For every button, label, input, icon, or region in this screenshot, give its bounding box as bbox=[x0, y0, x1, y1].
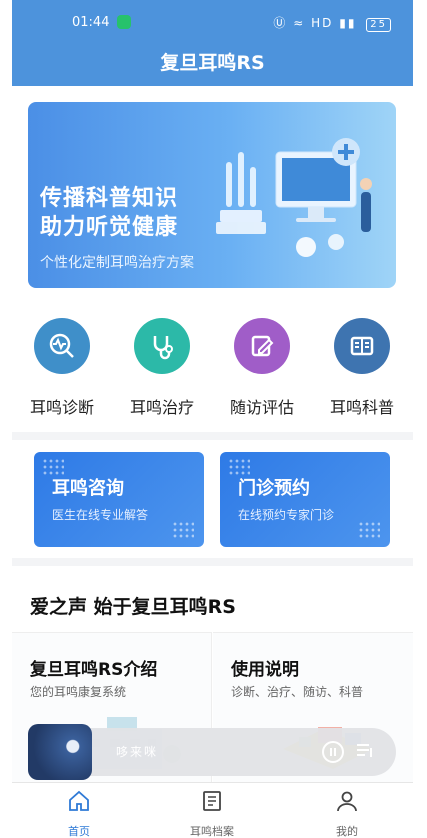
card-desc: 在线预约专家门诊 bbox=[238, 508, 335, 522]
medical-illustration-icon bbox=[216, 138, 372, 257]
section-heading: 爱之声 始于复旦耳鸣RS bbox=[30, 596, 236, 618]
signal-icon: ▮▮ bbox=[339, 16, 357, 30]
feature-treatment[interactable]: 耳鸣治疗 bbox=[112, 318, 212, 418]
document-icon bbox=[203, 791, 221, 811]
app-screen: 01:44 Ⓤ ≈ HD ▮▮ 25 复旦耳鸣RS 传播科普知识 助力听觉健康 … bbox=[12, 0, 413, 838]
diagnosis-icon bbox=[34, 318, 90, 374]
feature-label: 随访评估 bbox=[229, 398, 294, 417]
tab-label: 耳鸣档案 bbox=[190, 825, 234, 838]
intro-card-subtitle: 您的耳鸣康复系统 bbox=[30, 685, 127, 699]
feature-label: 耳鸣治疗 bbox=[129, 398, 194, 417]
intro-card-title: 使用说明 bbox=[231, 660, 299, 680]
card-title: 门诊预约 bbox=[238, 478, 310, 499]
decor-dots bbox=[358, 521, 380, 539]
tab-label: 我的 bbox=[336, 825, 358, 838]
tab-label: 首页 bbox=[68, 825, 90, 838]
feature-followup[interactable]: 随访评估 bbox=[212, 318, 312, 418]
wifi-icon: ≈ bbox=[293, 16, 306, 30]
audio-player[interactable]: 哆来咪 bbox=[28, 724, 396, 780]
page-title: 复旦耳鸣RS bbox=[160, 52, 265, 74]
intro-card-subtitle: 诊断、治疗、随访、科普 bbox=[231, 685, 364, 699]
promo-banner[interactable]: 传播科普知识 助力听觉健康 个性化定制耳鸣治疗方案 bbox=[28, 102, 396, 288]
tab-home[interactable]: 首页 bbox=[24, 789, 134, 838]
top-bar: 01:44 Ⓤ ≈ HD ▮▮ 25 复旦耳鸣RS bbox=[12, 0, 413, 86]
user-icon bbox=[337, 791, 357, 812]
feature-science[interactable]: 耳鸣科普 bbox=[312, 318, 412, 418]
service-cards: 耳鸣咨询 医生在线专业解答 门诊预约 在线预约专家门诊 bbox=[12, 440, 413, 558]
decor-dots bbox=[172, 521, 194, 539]
card-title: 耳鸣咨询 bbox=[52, 478, 124, 499]
track-name: 哆来咪 bbox=[116, 745, 159, 759]
album-cover bbox=[28, 724, 92, 780]
consult-card[interactable]: 耳鸣咨询 医生在线专业解答 bbox=[34, 452, 204, 547]
feature-grid: 耳鸣诊断 耳鸣治疗 随访评估 耳鸣科普 bbox=[12, 302, 413, 432]
feature-diagnosis[interactable]: 耳鸣诊断 bbox=[12, 318, 112, 418]
tab-records[interactable]: 耳鸣档案 bbox=[157, 789, 267, 838]
pause-button[interactable] bbox=[322, 741, 344, 763]
tab-profile[interactable]: 我的 bbox=[292, 789, 402, 838]
feature-label: 耳鸣诊断 bbox=[29, 398, 94, 417]
banner-section: 传播科普知识 助力听觉健康 个性化定制耳鸣治疗方案 bbox=[12, 86, 413, 302]
bottom-tab-bar: 首页 耳鸣档案 我的 bbox=[12, 782, 413, 838]
card-desc: 医生在线专业解答 bbox=[52, 508, 149, 522]
hd-badge: HD bbox=[311, 16, 334, 30]
banner-subtitle: 个性化定制耳鸣治疗方案 bbox=[40, 255, 194, 271]
stethoscope-icon bbox=[134, 318, 190, 374]
status-time: 01:44 bbox=[72, 15, 110, 30]
intro-card-title: 复旦耳鸣RS介绍 bbox=[30, 660, 158, 680]
home-icon bbox=[69, 790, 89, 811]
appointment-card[interactable]: 门诊预约 在线预约专家门诊 bbox=[220, 452, 390, 547]
status-bar: 01:44 Ⓤ ≈ HD ▮▮ 25 bbox=[12, 12, 413, 34]
wechat-notification-icon bbox=[117, 15, 131, 29]
banner-headline-2: 助力听觉健康 bbox=[40, 215, 179, 240]
edit-icon bbox=[234, 318, 290, 374]
book-icon bbox=[334, 318, 390, 374]
playlist-icon[interactable] bbox=[356, 742, 374, 760]
banner-headline-1: 传播科普知识 bbox=[40, 186, 179, 211]
headphone-icon: Ⓤ bbox=[273, 16, 288, 30]
battery-icon: 25 bbox=[366, 18, 391, 32]
status-icons: Ⓤ ≈ HD ▮▮ 25 bbox=[273, 14, 391, 32]
feature-label: 耳鸣科普 bbox=[329, 398, 394, 417]
